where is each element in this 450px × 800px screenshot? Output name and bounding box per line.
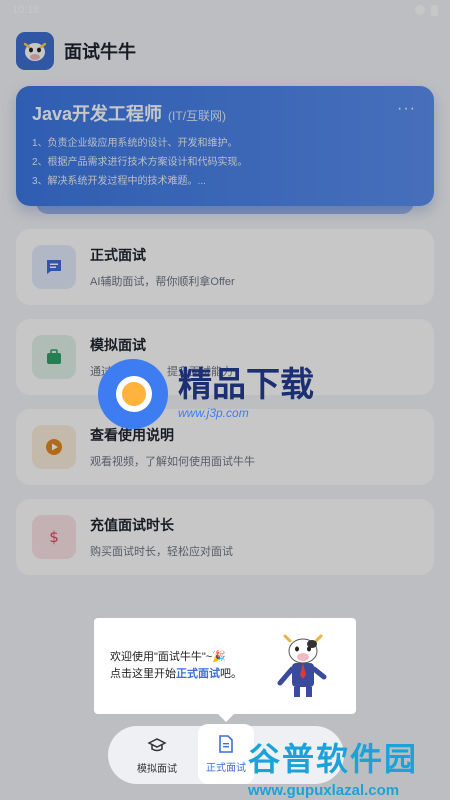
dollar-icon: $ — [32, 515, 76, 559]
chat-icon — [32, 245, 76, 289]
menu-item-mock-interview[interactable]: 模拟面试 通过模拟面试，提升面试能力 — [16, 319, 434, 395]
menu-title: 模拟面试 — [90, 337, 146, 353]
menu-item-usage-guide[interactable]: 查看使用说明 观看视频，了解如何使用面试牛牛 — [16, 409, 434, 485]
nav-label: 正式面试 — [206, 763, 246, 774]
job-category: (IT/互联网) — [168, 109, 227, 123]
job-title: Java开发工程师 — [32, 104, 163, 124]
tooltip-link-formal[interactable]: 正式面试 — [176, 668, 220, 680]
nav-label: 模拟面试 — [137, 764, 177, 775]
app-header: 面试牛牛 — [16, 32, 136, 70]
svg-text:$: $ — [49, 528, 59, 546]
job-requirement: 3、解决系统开发过程中的技术难题。... — [32, 176, 206, 187]
menu-subtitle: 购买面试时长，轻松应对面试 — [90, 546, 233, 558]
tooltip-welcome: 欢迎使用"面试牛牛"~🎉 — [110, 651, 226, 663]
menu-title: 查看使用说明 — [90, 427, 174, 443]
tooltip-instruction: 点击这里开始正式面试吧。 — [110, 668, 242, 680]
nav-formal-interview[interactable]: 正式面试 — [198, 724, 254, 784]
graduation-cap-icon — [147, 738, 167, 752]
menu-title: 正式面试 — [90, 247, 146, 263]
nav-mock-interview[interactable]: 模拟面试 — [116, 730, 198, 780]
play-icon — [32, 425, 76, 469]
document-icon — [219, 735, 233, 753]
status-time: 10:18 — [12, 4, 40, 16]
job-requirement: 1、负责企业级应用系统的设计、开发和维护。 — [32, 138, 238, 149]
menu-subtitle: 通过模拟面试，提升面试能力 — [90, 366, 233, 378]
job-card[interactable]: Java开发工程师 (IT/互联网) ··· 1、负责企业级应用系统的设计、开发… — [16, 86, 434, 206]
app-title: 面试牛牛 — [64, 42, 136, 62]
onboarding-tooltip[interactable]: 欢迎使用"面试牛牛"~🎉 点击这里开始正式面试吧。 — [94, 618, 356, 722]
brand-url: www.gupuxlazal.com — [248, 782, 400, 799]
more-options-icon[interactable]: ··· — [397, 100, 416, 118]
menu-subtitle: 观看视频，了解如何使用面试牛牛 — [90, 456, 255, 468]
menu-title: 充值面试时长 — [90, 517, 174, 533]
cow-mascot-icon — [277, 634, 327, 697]
cow-logo-icon — [16, 32, 54, 70]
signal-icon — [415, 5, 425, 15]
menu-item-formal-interview[interactable]: 正式面试 AI辅助面试，帮你顺利拿Offer — [16, 229, 434, 305]
battery-icon — [431, 4, 438, 16]
briefcase-icon — [32, 335, 76, 379]
job-requirement: 2、根据产品需求进行技术方案设计和代码实现。 — [32, 157, 248, 168]
status-icons — [415, 4, 438, 16]
menu-subtitle: AI辅助面试，帮你顺利拿Offer — [90, 276, 235, 288]
status-bar: 10:18 — [0, 0, 450, 20]
menu-item-recharge[interactable]: $ 充值面试时长 购买面试时长，轻松应对面试 — [16, 499, 434, 575]
